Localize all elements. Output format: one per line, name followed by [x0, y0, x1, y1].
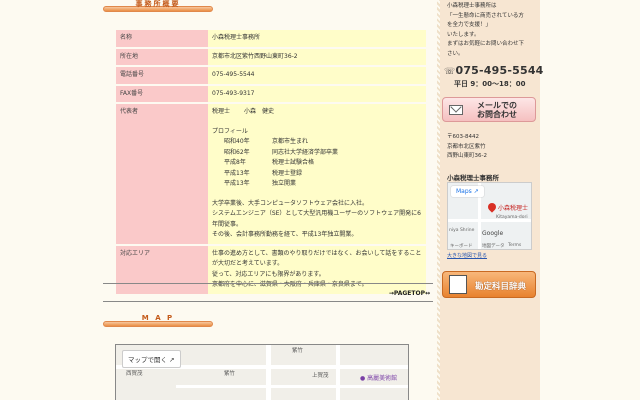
- history-era: 昭和62年: [224, 148, 250, 156]
- map-pin-label: 小森税理士: [498, 205, 529, 212]
- representative-name: 小森 健史: [244, 108, 275, 115]
- main-content: 事務所概要 名称 小森税理士事務所 所在地 京都市北区紫竹西野山東町36-2 電…: [103, 0, 433, 400]
- table-row: 名称 小森税理士事務所: [116, 30, 426, 47]
- representative-title: 税理士: [212, 108, 231, 115]
- phone-icon: ☏: [444, 67, 456, 77]
- intro-line: 小森税理士事務所は: [447, 3, 497, 9]
- terms-link[interactable]: Terms: [508, 243, 521, 248]
- intro-line: を全力で支援！」: [447, 22, 492, 28]
- sidebar: 小森税理士事務所は 「一生懸命に商売されている方 を全力で支援！」 いたします。…: [440, 0, 543, 400]
- email-contact-button[interactable]: メールでの お問合わせ: [442, 97, 536, 122]
- intro-line: まずはお気軽にお問い合わせ下: [447, 41, 525, 47]
- map-label: 紫竹: [224, 371, 236, 377]
- office-info-table: 名称 小森税理士事務所 所在地 京都市北区紫竹西野山東町36-2 電話番号 07…: [116, 28, 426, 296]
- history-event: 京都市生まれ: [272, 138, 309, 145]
- history-era: 平成13年: [224, 169, 250, 177]
- map-road: [266, 345, 271, 400]
- sidebar-intro: 小森税理士事務所は 「一生懸命に商売されている方 を全力で支援！」 いたします。…: [447, 2, 537, 59]
- row-value-representative: 税理士 小森 健史 プロフィール 昭和40年 京都市生まれ 昭和62年 同志社大学経済…: [208, 104, 426, 244]
- map-label: Kitayama-dori: [496, 215, 528, 220]
- phone-number[interactable]: ☏075-495-5544: [444, 64, 544, 77]
- google-logo: Google: [482, 230, 504, 237]
- keyboard-shortcuts-link[interactable]: キーボード: [450, 243, 473, 249]
- history-event: 同志社大学経済学部卒業: [272, 148, 339, 156]
- row-key-representative: 代表者: [116, 104, 208, 244]
- area-line: が大切だと考えています。: [212, 260, 284, 267]
- map-poi[interactable]: ● 高麗美術館: [360, 373, 397, 382]
- address-line: 西野山東町36-2: [447, 153, 487, 159]
- section-header-map: M A P: [103, 314, 213, 329]
- representative-name-line: 税理士 小森 健史: [212, 107, 422, 118]
- open-in-maps-button[interactable]: マップで開く ↗: [122, 350, 181, 368]
- book-icon: [449, 275, 467, 294]
- pagetop-link[interactable]: →PAGETOP↔: [389, 290, 430, 297]
- list-item: 平成13年 税理士登録: [212, 169, 422, 180]
- bio-line: システムエンジニア（SE）として大型汎用機ユーザーのソフトウェア開発に6: [212, 210, 421, 217]
- intro-line: さい。: [447, 50, 464, 57]
- row-key-fax: FAX番号: [116, 85, 208, 102]
- area-line: 仕事の進め方として、書類のやり取りだけではなく、お会いして話をすること: [212, 249, 422, 257]
- maps-button[interactable]: Maps ↗: [451, 186, 484, 197]
- section-title-office: 事務所概要: [135, 0, 181, 8]
- location-pin-icon[interactable]: [486, 201, 498, 213]
- profile-label: プロフィール: [212, 127, 248, 135]
- row-value-phone: 075-495-5544: [208, 67, 426, 84]
- row-value-area: 仕事の進め方として、書類のやり取りだけではなく、お会いして話をすること が大切だ…: [208, 245, 426, 294]
- area-line: 京都府を中心に、滋賀県・大阪府・兵庫県・奈良県まで。: [212, 281, 368, 288]
- contact-label: メールでの お問合わせ: [477, 101, 517, 119]
- map-label: 西賀茂: [126, 371, 143, 377]
- history-event: 独立開業: [272, 180, 297, 187]
- mini-map[interactable]: Maps ↗ 小森税理士 Kitayama-dori niya Shrine G…: [447, 182, 532, 250]
- bio-line: 大学卒業後、大手コンピュータソフトウェア会社に入社。: [212, 199, 369, 207]
- intro-line: いたします。: [447, 31, 480, 38]
- table-row: 代表者 税理士 小森 健史 プロフィール 昭和40年 京都市生まれ 昭和62年 同志社…: [116, 104, 426, 244]
- list-item: 平成8年 税理士試験合格: [212, 158, 422, 169]
- history-event: 税理士試験合格: [272, 159, 315, 166]
- history-era: 平成13年: [224, 180, 250, 187]
- row-key-phone: 電話番号: [116, 67, 208, 84]
- list-item: 平成13年 独立開業: [212, 179, 422, 190]
- address-line: 京都市北区紫竹: [447, 143, 486, 150]
- map-data-link[interactable]: 地図データ: [482, 243, 505, 249]
- history-era: 平成8年: [224, 159, 246, 166]
- row-value-name: 小森税理士事務所: [208, 30, 426, 47]
- larger-map-link[interactable]: 大きな地図で見る: [447, 252, 487, 259]
- row-value-address: 京都市北区紫竹西野山東町36-2: [208, 48, 426, 65]
- map-road: [176, 385, 408, 388]
- map-label: 上賀茂: [312, 373, 329, 379]
- row-key-address: 所在地: [116, 48, 208, 65]
- history-era: 昭和40年: [224, 138, 250, 145]
- area-line: 従って、対応エリアにも限界があります。: [212, 270, 325, 278]
- intro-line: 「一生懸命に商売されている方: [447, 12, 524, 19]
- embedded-map[interactable]: マップで開く ↗ 紫竹 西賀茂 紫竹 上賀茂 ● 高麗美術館: [115, 344, 409, 400]
- mail-icon: [449, 105, 463, 115]
- list-item: 昭和40年 京都市生まれ: [212, 137, 422, 148]
- row-key-name: 名称: [116, 30, 208, 47]
- bio-line: 年間従事。: [212, 220, 243, 228]
- map-label: 紫竹: [292, 348, 304, 354]
- map-label: niya Shrine: [449, 228, 475, 233]
- map-road: [336, 345, 340, 400]
- section-header-office: 事務所概要: [103, 0, 213, 14]
- divider: [103, 283, 433, 284]
- table-row: FAX番号 075-493-9317: [116, 85, 426, 102]
- sidebar-office-name: 小森税理士事務所: [447, 174, 499, 182]
- dictionary-label: 勘定科目辞典: [475, 282, 527, 292]
- table-row: 対応エリア 仕事の進め方として、書類のやり取りだけではなく、お会いして話をするこ…: [116, 245, 426, 294]
- history-event: 税理士登録: [272, 169, 303, 177]
- bio-line: その後、会計事務所勤務を経て、平成13年独立開業。: [212, 231, 358, 238]
- row-key-area: 対応エリア: [116, 245, 208, 294]
- address-line: 〒603-8442: [447, 134, 479, 140]
- divider: [103, 301, 433, 302]
- row-value-fax: 075-493-9317: [208, 85, 426, 102]
- table-row: 電話番号 075-495-5544: [116, 67, 426, 84]
- sidebar-address: 〒603-8442 京都市北区紫竹 西野山東町36-2: [447, 133, 487, 162]
- section-title-map: M A P: [141, 314, 175, 322]
- table-row: 所在地 京都市北区紫竹西野山東町36-2: [116, 48, 426, 65]
- list-item: 昭和62年 同志社大学経済学部卒業: [212, 148, 422, 159]
- business-hours: 平日 9：00～18：00: [454, 80, 526, 88]
- account-dictionary-button[interactable]: 勘定科目辞典: [442, 271, 536, 298]
